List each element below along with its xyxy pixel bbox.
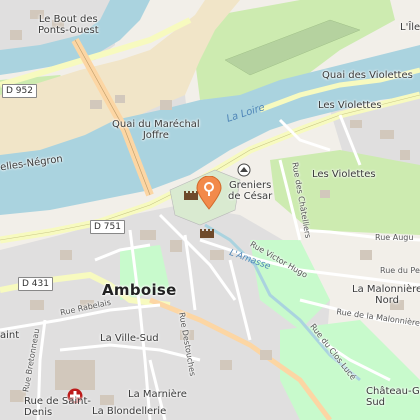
label-les-violettes-upper: Les Violettes bbox=[318, 100, 382, 111]
map-base-layer bbox=[0, 0, 420, 420]
label-chateau-gaillard-sud: Château-Ga Sud bbox=[366, 386, 420, 408]
map-canvas[interactable]: D 952 D 751 D 431 Le Bout des Ponts-Oues… bbox=[0, 0, 420, 420]
label-la-blondellerie: La Blondellerie bbox=[92, 406, 167, 417]
road-shield-d431: D 431 bbox=[18, 277, 53, 291]
label-lile: L'Île bbox=[400, 22, 420, 33]
castle-icon-2[interactable] bbox=[199, 226, 215, 238]
label-les-violettes-lower: Les Violettes bbox=[312, 169, 376, 180]
label-rue-de-saint-denis: Rue de Saint- Denis bbox=[24, 396, 91, 418]
label-le-bout-des-ponts-ouest: Le Bout des Ponts-Ouest bbox=[38, 14, 99, 36]
label-quai-du-marechal-joffre: Quai du Maréchal Joffre bbox=[112, 119, 200, 141]
label-rue-du-pe: Rue du Pe bbox=[380, 266, 420, 275]
label-la-marniere: La Marnière bbox=[128, 389, 187, 400]
label-rue-auguste: Rue Augu bbox=[375, 233, 414, 242]
label-saint-partial: aint bbox=[0, 330, 20, 341]
label-la-malonniere-nord: La Malonnière Nord bbox=[352, 284, 420, 306]
label-amboise: Amboise bbox=[102, 281, 177, 299]
viewpoint-icon[interactable] bbox=[237, 163, 251, 177]
road-shield-d751: D 751 bbox=[90, 220, 125, 234]
label-la-ville-sud: La Ville-Sud bbox=[100, 333, 159, 344]
label-quai-des-violettes: Quai des Violettes bbox=[322, 70, 413, 81]
location-marker-icon[interactable] bbox=[196, 176, 222, 210]
label-greniers-de-cesar: Greniers de César bbox=[228, 180, 273, 202]
road-shield-d952: D 952 bbox=[2, 84, 37, 98]
